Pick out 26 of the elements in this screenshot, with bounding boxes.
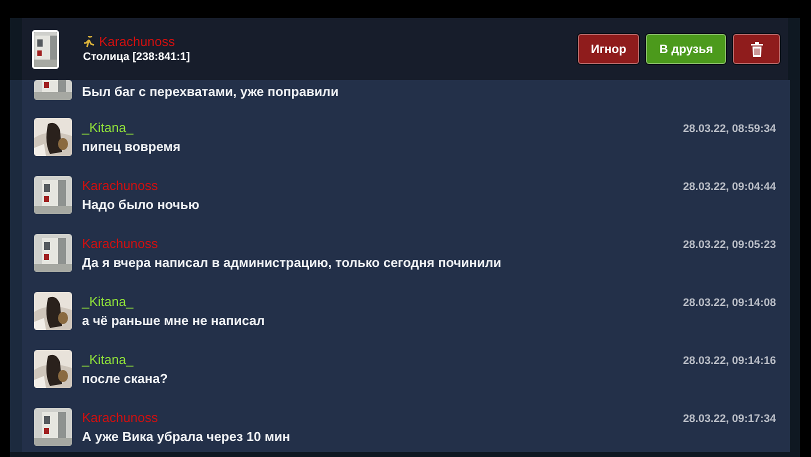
message-time: 28.03.22, 09:14:08	[683, 296, 776, 311]
ignore-button[interactable]: Игнор	[578, 34, 640, 64]
sender-name[interactable]: _Kitana_	[82, 118, 134, 138]
message-text: А уже Вика убрала через 10 мин	[82, 428, 292, 446]
message-time: 28.03.22, 09:14:16	[683, 354, 776, 369]
message-text: Был баг с перехватами, уже поправили	[82, 83, 340, 101]
message-time: 28.03.22, 08:59:34	[683, 122, 776, 137]
message-text: после скана?	[82, 370, 169, 388]
sender-name[interactable]: Karachunoss	[82, 234, 158, 254]
message-text: а чё раньше мне не написал	[82, 312, 266, 330]
message-text: Надо было ночью	[82, 196, 200, 214]
message-text: пипец вовремя	[82, 138, 182, 156]
sender-name[interactable]: Karachunoss	[82, 176, 158, 196]
sender-name[interactable]: _Kitana_	[82, 292, 134, 312]
message-time: 28.03.22, 09:04:44	[683, 180, 776, 195]
message-time: 28.03.22, 09:17:34	[683, 412, 776, 427]
trash-icon	[750, 42, 762, 56]
user-name[interactable]: Karachunoss	[99, 35, 175, 48]
add-friend-button[interactable]: В друзья	[646, 34, 726, 64]
sender-name[interactable]: _Kitana_	[82, 350, 134, 370]
sender-name[interactable]: Karachunoss	[82, 408, 158, 428]
runner-icon	[83, 36, 95, 48]
user-location: Столица [238:841:1]	[83, 52, 190, 63]
delete-button[interactable]	[733, 34, 780, 64]
message-text: Да я вчера написал в администрацию, только сегодня починили	[82, 254, 502, 272]
message-time: 28.03.22, 09:05:23	[683, 238, 776, 253]
